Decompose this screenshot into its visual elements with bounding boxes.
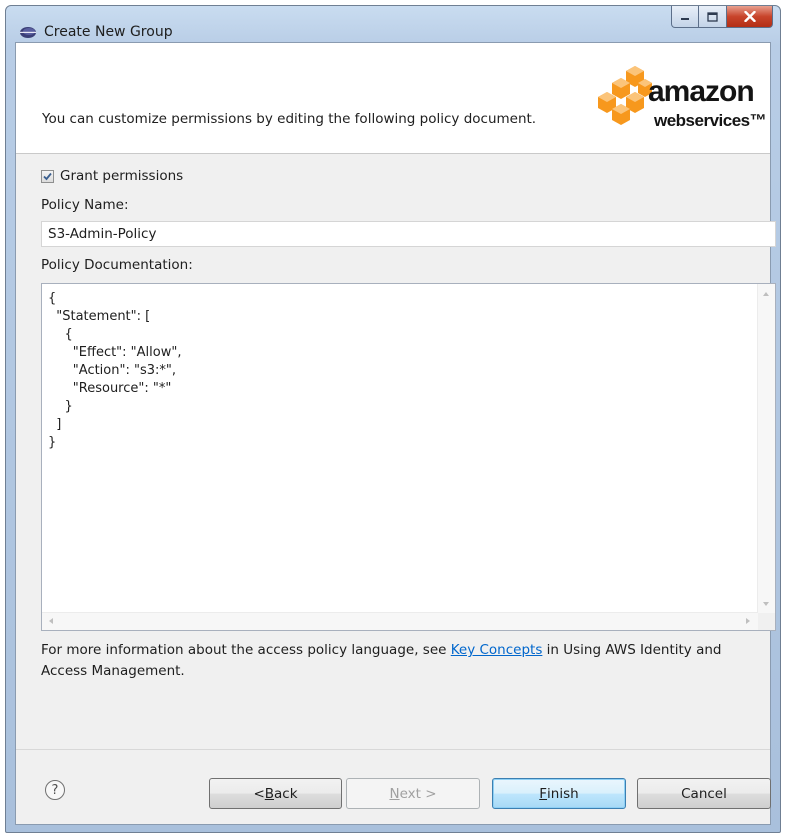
minimize-button[interactable] [671,6,699,28]
back-label-prefix: < [253,785,265,802]
finish-mnemonic: F [539,785,548,802]
grant-permissions-row[interactable]: Grant permissions [41,168,183,184]
scroll-left-icon[interactable] [49,618,53,624]
grant-permissions-label: Grant permissions [60,168,184,184]
close-icon [743,11,756,22]
scroll-right-icon[interactable] [746,618,750,624]
policy-document-text[interactable]: { "Statement": [ { "Effect": "Allow", "A… [48,290,181,452]
next-button[interactable]: Next > [346,778,480,809]
next-mnemonic: N [389,785,400,802]
maximize-button[interactable] [699,6,727,28]
aws-logo: amazon webservices™ [592,57,770,137]
back-label-rest: ack [274,785,298,802]
policy-name-input[interactable] [41,221,776,247]
finish-button[interactable]: Finish [492,778,626,809]
header-banner: You can customize permissions by editing… [16,43,770,154]
info-text: For more information about the access po… [41,640,771,682]
eclipse-icon [20,27,36,38]
footer-divider [16,749,770,750]
aws-cubes-icon [598,66,652,125]
scroll-up-icon[interactable] [763,292,769,296]
caption-buttons [671,6,773,28]
next-label-rest: ext > [399,785,437,802]
window-title: Create New Group [44,24,173,40]
horizontal-scrollbar[interactable] [42,612,758,630]
close-button[interactable] [727,6,773,28]
checkmark-icon [43,172,52,180]
key-concepts-link[interactable]: Key Concepts [451,642,543,658]
logo-amazon-text: amazon [648,75,755,108]
banner-description: You can customize permissions by editing… [42,111,537,127]
back-mnemonic: B [264,785,275,802]
vertical-scrollbar[interactable] [757,284,775,614]
logo-webservices-text: webservices™ [654,111,767,130]
dialog-window: Create New Group You can customize permi… [5,5,781,833]
policy-name-label: Policy Name: [41,197,129,213]
back-button[interactable]: < Back [209,778,342,809]
scroll-down-icon[interactable] [763,602,769,606]
dialog-content: You can customize permissions by editing… [15,42,776,825]
info-prefix: For more information about the access po… [41,642,451,658]
maximize-icon [707,11,718,22]
cancel-button[interactable]: Cancel [637,778,771,809]
grant-permissions-checkbox[interactable] [41,169,54,183]
policy-document-editor[interactable]: { "Statement": [ { "Effect": "Allow", "A… [41,283,776,631]
help-icon: ? [51,782,59,798]
finish-label-rest: inish [547,785,579,802]
policy-doc-label: Policy Documentation: [41,257,193,273]
scrollbar-corner [758,613,775,630]
title-bar[interactable]: Create New Group [6,6,780,42]
help-button[interactable]: ? [45,780,65,800]
cancel-label: Cancel [681,785,727,802]
minimize-icon [681,17,689,20]
